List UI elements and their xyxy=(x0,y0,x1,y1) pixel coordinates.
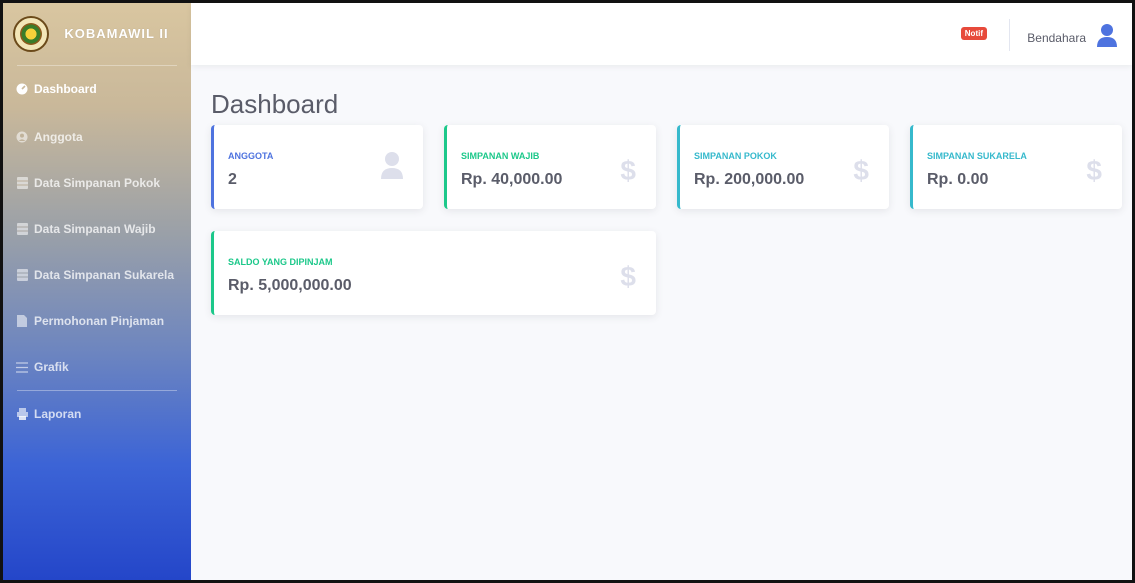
sidebar-item-label: Dashboard xyxy=(34,82,97,96)
card-value: 2 xyxy=(228,171,237,188)
user-icon xyxy=(381,151,403,186)
notif-badge[interactable]: Notif xyxy=(960,27,987,40)
dollar-icon: $ xyxy=(1086,155,1102,186)
dollar-icon: $ xyxy=(620,155,636,186)
card-saldo-dipinjam[interactable]: SALDO YANG DIPINJAM Rp. 5,000,000.00 $ xyxy=(211,231,656,315)
dashboard-icon xyxy=(15,82,29,96)
topbar: Notif Bendahara xyxy=(191,3,1132,65)
sidebar-item-permohonan-pinjaman[interactable]: Permohonan Pinjaman xyxy=(3,298,191,344)
table-icon xyxy=(15,268,29,282)
sidebar-item-data-simpanan-sukarela[interactable]: Data Simpanan Sukarela xyxy=(3,252,191,298)
sidebar-item-data-simpanan-wajib[interactable]: Data Simpanan Wajib xyxy=(3,206,191,252)
card-value: Rp. 40,000.00 xyxy=(461,171,563,188)
card-simpanan-wajib[interactable]: SIMPANAN WAJIB Rp. 40,000.00 $ xyxy=(444,125,656,209)
file-icon xyxy=(15,314,29,328)
logo xyxy=(13,16,49,52)
page-title: Dashboard xyxy=(211,89,339,119)
card-simpanan-sukarela[interactable]: SIMPANAN SUKARELA Rp. 0.00 $ xyxy=(910,125,1122,209)
list-icon xyxy=(15,360,29,374)
card-label: ANGGOTA xyxy=(228,151,274,161)
sidebar-item-label: Anggota xyxy=(34,130,83,144)
sidebar-item-label: Grafik xyxy=(34,360,69,374)
sidebar-item-data-simpanan-pokok[interactable]: Data Simpanan Pokok xyxy=(3,160,191,206)
card-label: SIMPANAN SUKARELA xyxy=(927,151,1027,161)
sidebar-item-grafik[interactable]: Grafik xyxy=(3,344,191,390)
brand-name: KOBAMAWIL II xyxy=(64,26,169,41)
card-label: SIMPANAN WAJIB xyxy=(461,151,540,161)
card-label: SIMPANAN POKOK xyxy=(694,151,777,161)
topbar-divider xyxy=(1009,19,1010,51)
card-value: Rp. 5,000,000.00 xyxy=(228,277,352,294)
sidebar-item-label: Laporan xyxy=(34,407,82,421)
user-avatar-icon[interactable] xyxy=(1096,23,1118,47)
sidebar-item-anggota[interactable]: Anggota xyxy=(3,114,191,160)
user-circle-icon xyxy=(15,130,29,144)
dollar-icon: $ xyxy=(620,261,636,292)
card-value: Rp. 0.00 xyxy=(927,171,989,188)
card-value: Rp. 200,000.00 xyxy=(694,171,805,188)
sidebar-item-laporan[interactable]: Laporan xyxy=(3,391,191,437)
sidebar-item-label: Data Simpanan Wajib xyxy=(34,222,156,236)
sidebar-item-label: Data Simpanan Pokok xyxy=(34,176,161,190)
table-icon xyxy=(15,176,29,190)
sidebar-item-label: Data Simpanan Sukarela xyxy=(34,268,175,282)
print-icon xyxy=(15,407,29,421)
sidebar-item-dashboard[interactable]: Dashboard xyxy=(3,66,191,112)
card-simpanan-pokok[interactable]: SIMPANAN POKOK Rp. 200,000.00 $ xyxy=(677,125,889,209)
dollar-icon: $ xyxy=(853,155,869,186)
app-window: KOBAMAWIL II Dashboard Anggota Data Simp… xyxy=(0,0,1135,583)
card-label: SALDO YANG DIPINJAM xyxy=(228,257,333,267)
brand[interactable]: KOBAMAWIL II xyxy=(3,3,191,65)
user-name[interactable]: Bendahara xyxy=(1027,31,1086,45)
sidebar-item-label: Permohonan Pinjaman xyxy=(34,314,165,328)
card-anggota[interactable]: ANGGOTA 2 xyxy=(211,125,423,209)
table-icon xyxy=(15,222,29,236)
sidebar: KOBAMAWIL II Dashboard Anggota Data Simp… xyxy=(3,3,191,580)
